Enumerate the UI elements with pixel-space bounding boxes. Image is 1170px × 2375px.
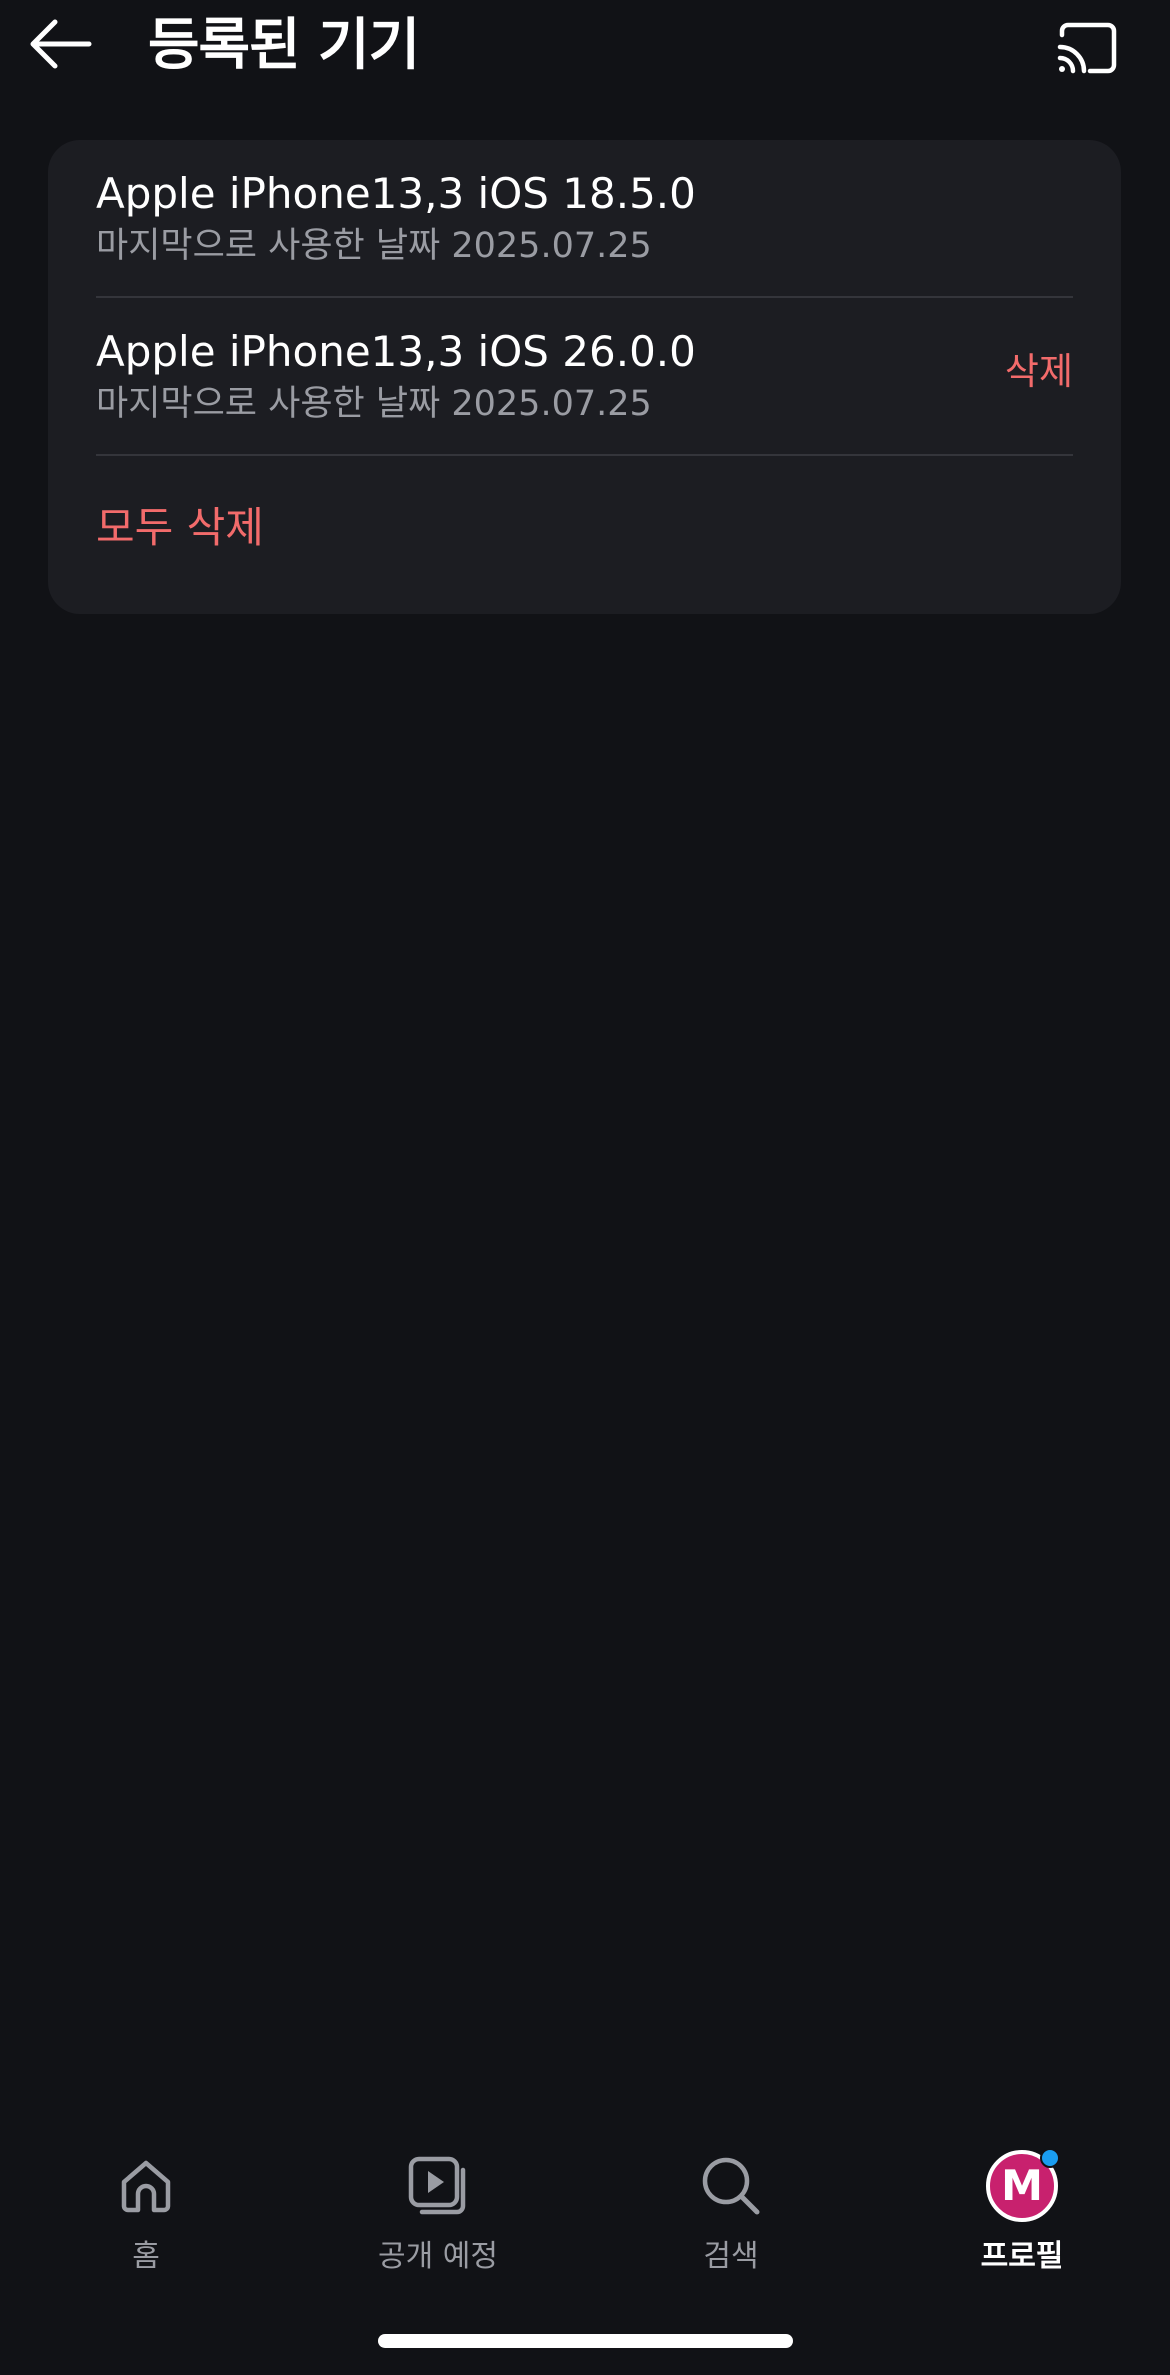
avatar-letter: M bbox=[1001, 2161, 1043, 2210]
cast-icon bbox=[1057, 22, 1117, 74]
page-title: 등록된 기기 bbox=[148, 13, 420, 78]
home-icon bbox=[110, 2150, 182, 2222]
header: 등록된 기기 bbox=[0, 0, 1170, 100]
home-indicator bbox=[378, 2334, 793, 2348]
divider bbox=[96, 454, 1073, 456]
nav-item-search[interactable]: 검색 bbox=[631, 2140, 831, 2280]
delete-device-button[interactable]: 삭제 bbox=[1005, 348, 1073, 396]
nav-item-home[interactable]: 홈 bbox=[46, 2140, 246, 2280]
back-button[interactable] bbox=[26, 14, 96, 74]
registered-devices-screen: 등록된 기기 Apple iPhone13,3 iOS 18.5.0 마지막으로… bbox=[0, 0, 1170, 2375]
upcoming-play-icon bbox=[402, 2150, 474, 2222]
nav-item-profile[interactable]: M 프로필 bbox=[922, 2140, 1122, 2280]
avatar: M bbox=[986, 2148, 1060, 2222]
device-last-used: 마지막으로 사용한 날짜 2025.07.25 bbox=[96, 226, 652, 266]
nav-label: 홈 bbox=[132, 2239, 160, 2274]
device-last-used: 마지막으로 사용한 날짜 2025.07.25 bbox=[96, 384, 652, 424]
nav-label: 검색 bbox=[703, 2239, 759, 2274]
arrow-left-icon bbox=[30, 19, 92, 69]
profile-avatar: M bbox=[986, 2148, 1060, 2222]
device-item: Apple iPhone13,3 iOS 18.5.0 마지막으로 사용한 날짜… bbox=[96, 140, 1073, 298]
nav-label: 프로필 bbox=[980, 2239, 1064, 2274]
nav-item-upcoming[interactable]: 공개 예정 bbox=[338, 2140, 538, 2280]
device-list-card: Apple iPhone13,3 iOS 18.5.0 마지막으로 사용한 날짜… bbox=[48, 140, 1121, 614]
notification-dot bbox=[1040, 2148, 1060, 2168]
search-icon bbox=[695, 2150, 767, 2222]
cast-button[interactable] bbox=[1052, 18, 1124, 78]
delete-all-button[interactable]: 모두 삭제 bbox=[96, 502, 264, 554]
bottom-navigation: 홈 공개 예정 검색 M 프로필 bbox=[0, 2130, 1170, 2290]
device-item: Apple iPhone13,3 iOS 26.0.0 마지막으로 사용한 날짜… bbox=[96, 298, 1073, 456]
device-name: Apple iPhone13,3 iOS 18.5.0 bbox=[96, 169, 696, 218]
device-name: Apple iPhone13,3 iOS 26.0.0 bbox=[96, 327, 696, 376]
nav-label: 공개 예정 bbox=[378, 2239, 498, 2274]
